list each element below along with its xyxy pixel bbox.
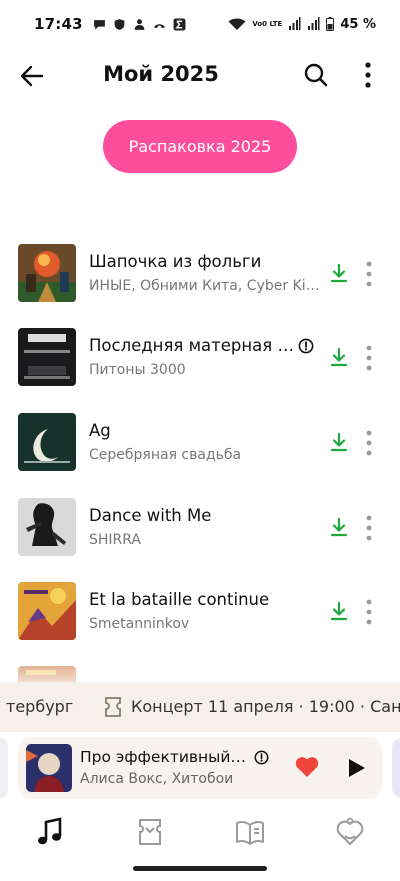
search-icon[interactable] bbox=[302, 61, 330, 89]
track-row[interactable]: Dance with Me SHIRRA bbox=[0, 498, 400, 556]
volte-label: Vo0 LTE bbox=[252, 19, 283, 28]
notification-icons bbox=[93, 18, 186, 31]
track-artist: ИНЫЕ, Обними Кита, Cyber Kitty bbox=[89, 278, 321, 294]
track-more-icon[interactable] bbox=[362, 514, 376, 542]
explicit-icon bbox=[254, 750, 269, 765]
ticket-icon bbox=[105, 697, 121, 717]
track-title: Ag bbox=[89, 421, 111, 440]
now-playing-title: Про эффективный менеджмент bbox=[80, 748, 250, 766]
battery-icon bbox=[326, 17, 335, 31]
bottom-nav bbox=[0, 808, 400, 858]
explicit-icon bbox=[298, 338, 314, 354]
status-bar: 17:43 Vo0 LTE 45 % bbox=[0, 0, 400, 48]
track-more-icon[interactable] bbox=[362, 344, 376, 372]
status-right: Vo0 LTE 45 % bbox=[228, 17, 376, 32]
concert-banner[interactable]: тербург Концерт 11 апреля · 19:00 · Санк… bbox=[0, 682, 400, 732]
music-note-icon[interactable] bbox=[34, 816, 66, 848]
shield-icon bbox=[114, 18, 125, 30]
track-more-icon[interactable] bbox=[362, 598, 376, 626]
track-title: Последняя матерная песня bbox=[89, 336, 295, 355]
person-icon bbox=[134, 18, 145, 30]
status-time: 17:43 bbox=[34, 15, 83, 33]
books-icon[interactable] bbox=[234, 816, 266, 848]
battery-percent: 45 % bbox=[340, 16, 376, 32]
signal-icon-2 bbox=[308, 17, 320, 30]
play-icon[interactable] bbox=[346, 757, 366, 779]
track-artist: Серебряная свадьба bbox=[89, 447, 242, 463]
track-artist: Smetanninkov bbox=[89, 616, 190, 632]
banner-city-fragment: тербург bbox=[6, 697, 74, 716]
album-cover[interactable] bbox=[18, 328, 76, 386]
mini-player[interactable]: Про эффективный менеджмент Алиса Вокс, Х… bbox=[18, 737, 382, 799]
like-heart-icon[interactable] bbox=[294, 755, 320, 779]
album-cover[interactable] bbox=[18, 244, 76, 302]
track-title: Dance with Me bbox=[89, 506, 212, 525]
downloaded-icon bbox=[330, 517, 348, 537]
track-row[interactable]: Ag Серебряная свадьба bbox=[0, 413, 400, 471]
kids-heart-icon[interactable] bbox=[334, 816, 366, 848]
track-row[interactable]: Шапочка из фольги ИНЫЕ, Обними Кита, Cyb… bbox=[0, 244, 400, 302]
signal-icon-1 bbox=[289, 17, 301, 30]
page-title: Мой 2025 bbox=[103, 62, 219, 86]
track-row[interactable]: Et la bataille continue Smetanninkov bbox=[0, 582, 400, 640]
downloaded-icon bbox=[330, 432, 348, 452]
app-header: Мой 2025 bbox=[0, 48, 400, 104]
downloaded-icon bbox=[330, 347, 348, 367]
album-cover[interactable] bbox=[18, 413, 76, 471]
next-player-card[interactable] bbox=[392, 738, 400, 798]
now-playing-cover[interactable] bbox=[26, 744, 72, 792]
home-indicator[interactable] bbox=[133, 866, 267, 871]
unpack-2025-button[interactable]: Распаковка 2025 bbox=[103, 120, 297, 173]
collection-icon[interactable] bbox=[134, 816, 166, 848]
sigma-icon bbox=[173, 18, 186, 30]
now-playing-artist: Алиса Вокс, Хитобои bbox=[80, 771, 234, 787]
track-more-icon[interactable] bbox=[362, 429, 376, 457]
track-row[interactable]: Последняя матерная песня Питоны 3000 bbox=[0, 328, 400, 386]
downloaded-icon bbox=[330, 263, 348, 283]
wifi-icon bbox=[228, 18, 246, 30]
more-vertical-icon[interactable] bbox=[356, 60, 380, 90]
chat-icon bbox=[93, 19, 105, 29]
banner-concert-text: Концерт 11 апреля · 19:00 · Санкт-Петерб… bbox=[131, 697, 400, 716]
track-title: Et la bataille continue bbox=[89, 590, 270, 609]
track-artist: SHIRRA bbox=[89, 532, 142, 548]
missed-call-icon bbox=[153, 23, 165, 28]
downloaded-icon bbox=[330, 601, 348, 621]
track-more-icon[interactable] bbox=[362, 260, 376, 288]
album-cover[interactable] bbox=[18, 582, 76, 640]
track-title: Шапочка из фольги bbox=[89, 252, 262, 271]
track-artist: Питоны 3000 bbox=[89, 362, 186, 378]
prev-player-card[interactable] bbox=[0, 738, 8, 798]
album-cover[interactable] bbox=[18, 498, 76, 556]
